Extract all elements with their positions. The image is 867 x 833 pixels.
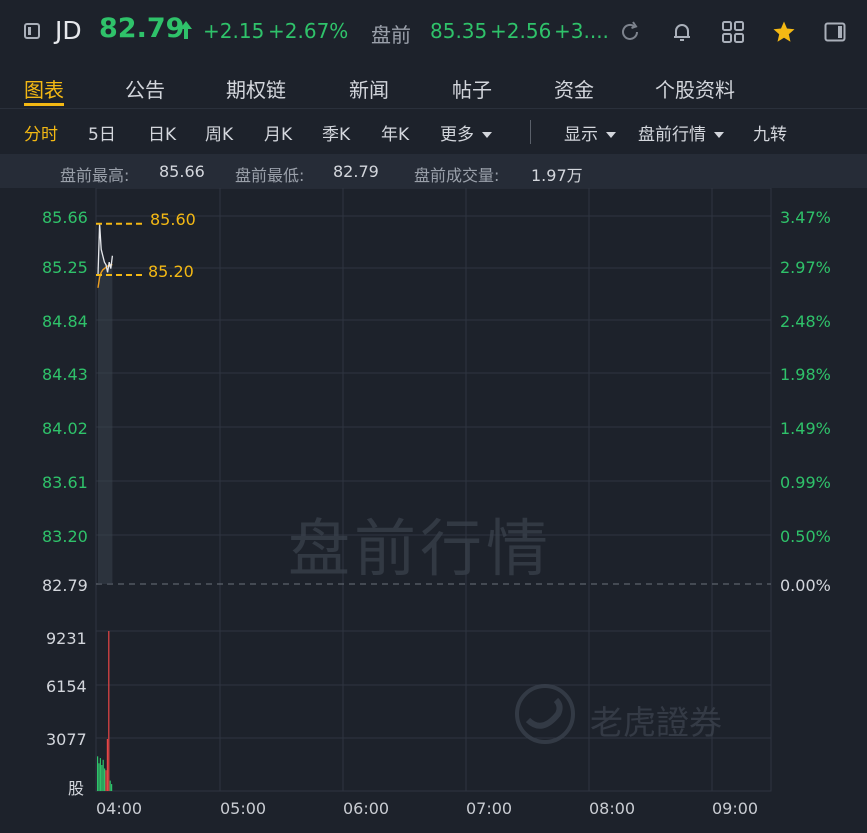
period-yearly[interactable]: 年K [381,120,409,145]
premarket-dropdown-label: 盘前行情 [638,125,706,145]
tab-bar: 图表 公告 期权链 新闻 帖子 资金 个股资料 [0,62,867,109]
premarket-high-label: 盘前最高: [60,166,130,185]
panel-left-icon[interactable] [24,23,40,39]
premarket-change: +2.56 [490,19,552,43]
chevron-down-icon [606,132,616,138]
price-change-pct: +2.67% [268,19,349,43]
period-monthly[interactable]: 月K [264,120,292,145]
price-tick: 83.61 [42,473,88,492]
level-label-low: 85.20 [148,262,194,281]
premarket-price: 85.35 [430,19,488,43]
volume-bar [108,631,110,791]
tab-capital[interactable]: 资金 [554,74,594,103]
period-weekly[interactable]: 周K [205,120,233,145]
chevron-down-icon [482,132,492,138]
intraday-chart[interactable]: 盘前行情 老虎證券 85.66 85.25 84.84 84.43 84.02 … [0,188,867,833]
brand-watermark: 老虎證券 [590,703,722,742]
tab-posts[interactable]: 帖子 [452,74,492,103]
pct-tick: 0.99% [780,473,831,492]
volume-tick: 6154 [46,677,87,696]
volume-bar [101,765,103,791]
panel-right-icon[interactable] [823,20,847,44]
tab-profile[interactable]: 个股资料 [655,74,735,103]
premarket-low-value: 82.79 [333,162,379,181]
period-5day[interactable]: 5日 [88,120,116,145]
pct-tick: 0.50% [780,527,831,546]
volume-bar [99,758,101,791]
chevron-down-icon [714,132,724,138]
period-daily[interactable]: 日K [148,120,176,145]
price-tick: 84.84 [42,312,88,331]
volume-tick: 3077 [46,730,87,749]
pct-tick: 3.47% [780,208,831,227]
tab-option-chain[interactable]: 期权链 [226,74,286,103]
volume-unit-label: 股 [68,779,85,798]
quote-header: JD 82.79 +2.15 +2.67% 盘前 85.35 +2.56 +3.… [0,0,867,62]
premarket-high-value: 85.66 [159,162,205,181]
price-tick: 85.66 [42,208,88,227]
time-tick: 09:00 [712,799,759,818]
pct-tick: 1.98% [780,365,831,384]
volume-bar [109,780,111,791]
tab-announcements[interactable]: 公告 [125,74,165,103]
premarket-low-label: 盘前最低: [235,166,305,185]
nine-turn-button[interactable]: 九转 [753,120,787,145]
time-tick: 04:00 [96,799,143,818]
more-label: 更多 [440,125,474,145]
premarket-volume-label: 盘前成交量: [414,166,500,185]
display-label: 显示 [564,125,598,145]
pct-tick-base: 0.00% [780,576,831,595]
price-tick: 84.43 [42,365,88,384]
arrow-up-icon [180,21,192,39]
premarket-dropdown[interactable]: 盘前行情 [638,120,724,145]
volume-tick: 9231 [46,629,87,648]
price-change: +2.15 [203,19,265,43]
time-tick: 06:00 [343,799,390,818]
pct-tick: 2.48% [780,312,831,331]
level-label-high: 85.60 [150,210,196,229]
price-tick: 84.02 [42,419,88,438]
volume-bar [98,763,100,791]
price-tick: 85.25 [42,258,88,277]
tab-news[interactable]: 新闻 [349,74,389,103]
volume-bar [97,756,99,791]
tab-chart[interactable]: 图表 [24,74,64,103]
grid-icon[interactable] [721,20,745,44]
volume-bar [111,784,113,791]
premarket-stats: 盘前最高: 85.66 盘前最低: 82.79 盘前成交量: 1.97万 [0,154,867,188]
star-icon[interactable] [772,20,796,44]
active-tab-indicator [24,103,64,106]
last-price: 82.79 [99,13,185,44]
more-dropdown[interactable]: 更多 [440,120,492,145]
premarket-volume-value: 1.97万 [531,166,583,185]
price-tick: 83.20 [42,527,88,546]
tiger-logo-icon [515,684,575,744]
chart-watermark: 盘前行情 [288,512,553,585]
period-quarterly[interactable]: 季K [322,120,350,145]
time-tick: 08:00 [589,799,636,818]
period-intraday[interactable]: 分时 [24,120,58,145]
price-tick-base: 82.79 [42,576,88,595]
refresh-icon[interactable] [618,20,642,44]
premarket-change-pct: +3.... [554,19,609,43]
volume-bar [102,759,104,791]
pct-tick: 2.97% [780,258,831,277]
ticker-symbol: JD [55,16,82,45]
volume-bar [105,770,107,791]
toolbar-divider [530,120,531,144]
display-dropdown[interactable]: 显示 [564,120,616,145]
bell-icon[interactable] [670,20,694,44]
premarket-label: 盘前 [371,23,411,47]
time-tick: 07:00 [466,799,513,818]
volume-bar [104,768,106,791]
volume-bar [106,739,108,791]
pct-tick: 1.49% [780,419,831,438]
time-tick: 05:00 [220,799,267,818]
